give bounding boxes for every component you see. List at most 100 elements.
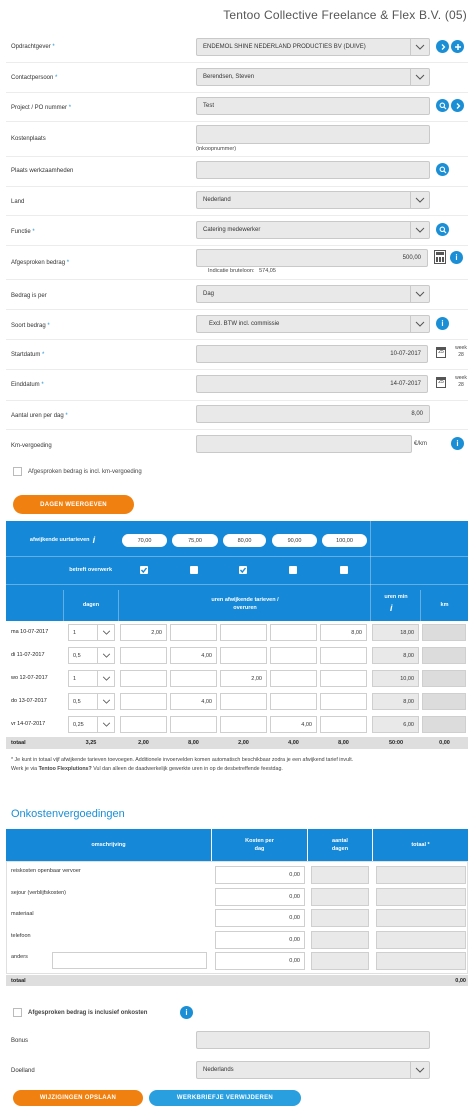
hours-input[interactable] [220,624,267,641]
einddatum-input[interactable]: 14-07-2017 [196,375,428,393]
afwijkend-label: afwijkende uurtarieven i [29,535,96,545]
hours-input[interactable] [220,716,267,733]
save-button[interactable]: WIJZIGINGEN OPSLAAN [13,1090,143,1106]
delete-button[interactable]: WERKBRIEFJE VERWIJDEREN [149,1090,301,1106]
project-input[interactable]: Test [196,97,430,115]
hours-input[interactable]: 4,00 [270,716,317,733]
hours-input[interactable]: 2,00 [220,670,267,687]
rate-pill[interactable]: 80,00 [223,534,266,547]
hours-input[interactable] [120,647,167,664]
hours-input[interactable] [120,693,167,710]
overwerk-checkbox[interactable] [289,566,297,574]
hours-input[interactable]: 4,00 [170,647,217,664]
hours-input[interactable] [120,670,167,687]
header-uren: uren afwijkende tarieven / overuren [211,597,279,611]
chevron-down-icon[interactable] [97,647,115,664]
hours-input[interactable]: 2,00 [120,624,167,641]
incl-onkosten-checkbox[interactable] [13,1008,22,1017]
kosten-input[interactable]: 0,00 [215,952,305,970]
calendar-icon[interactable]: 25 [436,347,446,358]
startdatum-input[interactable]: 10-07-2017 [196,345,428,363]
search-icon[interactable] [436,223,449,236]
bedrag-input[interactable]: 500,00 [196,249,428,267]
hours-input[interactable] [270,670,317,687]
chevron-down-icon[interactable] [97,716,115,733]
hours-input[interactable] [270,693,317,710]
hours-input[interactable] [320,670,367,687]
bedrag-per-select[interactable]: Dag [196,285,430,303]
land-label: Land [11,199,25,205]
hours-input[interactable] [270,647,317,664]
uren-input[interactable]: 8,00 [196,405,430,423]
kosten-input[interactable]: 0,00 [215,866,305,884]
row-km [422,670,466,687]
chevron-down-icon [410,69,429,85]
kosten-input[interactable]: 0,00 [215,887,305,906]
info-icon[interactable]: i [93,535,96,545]
next-icon[interactable] [451,99,464,112]
functie-select[interactable]: Catering medewerker [196,221,430,239]
header-km: km [440,602,449,608]
hours-input[interactable] [320,716,367,733]
dagen-select[interactable]: 0,25 [68,716,98,733]
search-icon[interactable] [436,163,449,176]
kostenplaats-input[interactable] [196,125,430,144]
functie-label: Functie * [11,229,35,235]
row-date: do 13-07-2017 [11,698,47,704]
overwerk-checkbox[interactable] [239,566,247,574]
chevron-down-icon[interactable] [97,670,115,687]
info-icon[interactable]: i [180,1006,193,1019]
add-icon[interactable] [451,40,464,53]
dagen-select[interactable]: 1 [68,624,98,641]
chevron-down-icon[interactable] [97,693,115,710]
rate-pill[interactable]: 75,00 [172,534,218,547]
hours-input[interactable] [320,693,367,710]
bonus-input[interactable] [196,1031,430,1049]
totals-km: 0,00 [439,740,450,746]
kosten-input[interactable]: 0,00 [215,930,305,949]
chevron-down-icon [410,1062,429,1078]
hours-input[interactable] [120,716,167,733]
overwerk-checkbox[interactable] [190,566,198,574]
opdrachtgever-select[interactable]: ENDEMOL SHINE NEDERLAND PRODUCTIES BV (D… [196,38,430,56]
km-incl-checkbox[interactable] [13,467,22,476]
dagen-select[interactable]: 1 [68,670,98,687]
chevron-down-icon[interactable] [97,624,115,641]
next-icon[interactable] [436,40,449,53]
overwerk-checkbox[interactable] [340,566,348,574]
plaats-input[interactable] [196,161,430,179]
info-icon[interactable]: i [451,437,464,450]
calculator-icon[interactable] [434,250,446,264]
hours-input[interactable] [220,647,267,664]
info-icon[interactable]: i [436,317,449,330]
info-icon[interactable]: i [390,603,393,613]
totals-col: 8,00 [188,740,199,746]
rate-pill[interactable]: 70,00 [122,534,167,547]
hours-input[interactable] [170,670,217,687]
hours-input[interactable] [170,624,217,641]
soort-select[interactable]: Excl. BTW incl. commissie [196,315,430,333]
doelland-select[interactable]: Nederlands [196,1061,430,1079]
hours-input[interactable] [170,716,217,733]
rate-pill[interactable]: 100,00 [322,534,367,547]
km-input[interactable] [196,435,412,453]
land-select[interactable]: Nederland [196,191,430,209]
dagen-select[interactable]: 0,5 [68,647,98,664]
search-icon[interactable] [436,99,449,112]
contactpersoon-select[interactable]: Berendsen, Steven [196,68,430,86]
info-icon[interactable]: i [450,251,463,264]
hours-input[interactable]: 4,00 [170,693,217,710]
overwerk-checkbox[interactable] [140,566,148,574]
calendar-icon[interactable]: 25 [436,377,446,388]
dagen-select[interactable]: 0,5 [68,693,98,710]
dagen-weergeven-button[interactable]: DAGEN WEERGEVEN [13,495,134,514]
rate-pill[interactable]: 90,00 [272,534,317,547]
hours-input[interactable] [320,647,367,664]
footnote-line1: * Je kunt in totaal vijf afwijkende tari… [11,757,354,763]
hours-input[interactable] [220,693,267,710]
anders-input[interactable] [52,952,207,969]
hours-input[interactable]: 8,00 [320,624,367,641]
kosten-input[interactable]: 0,00 [215,909,305,927]
h-totaal: totaal * [411,842,430,848]
hours-input[interactable] [270,624,317,641]
